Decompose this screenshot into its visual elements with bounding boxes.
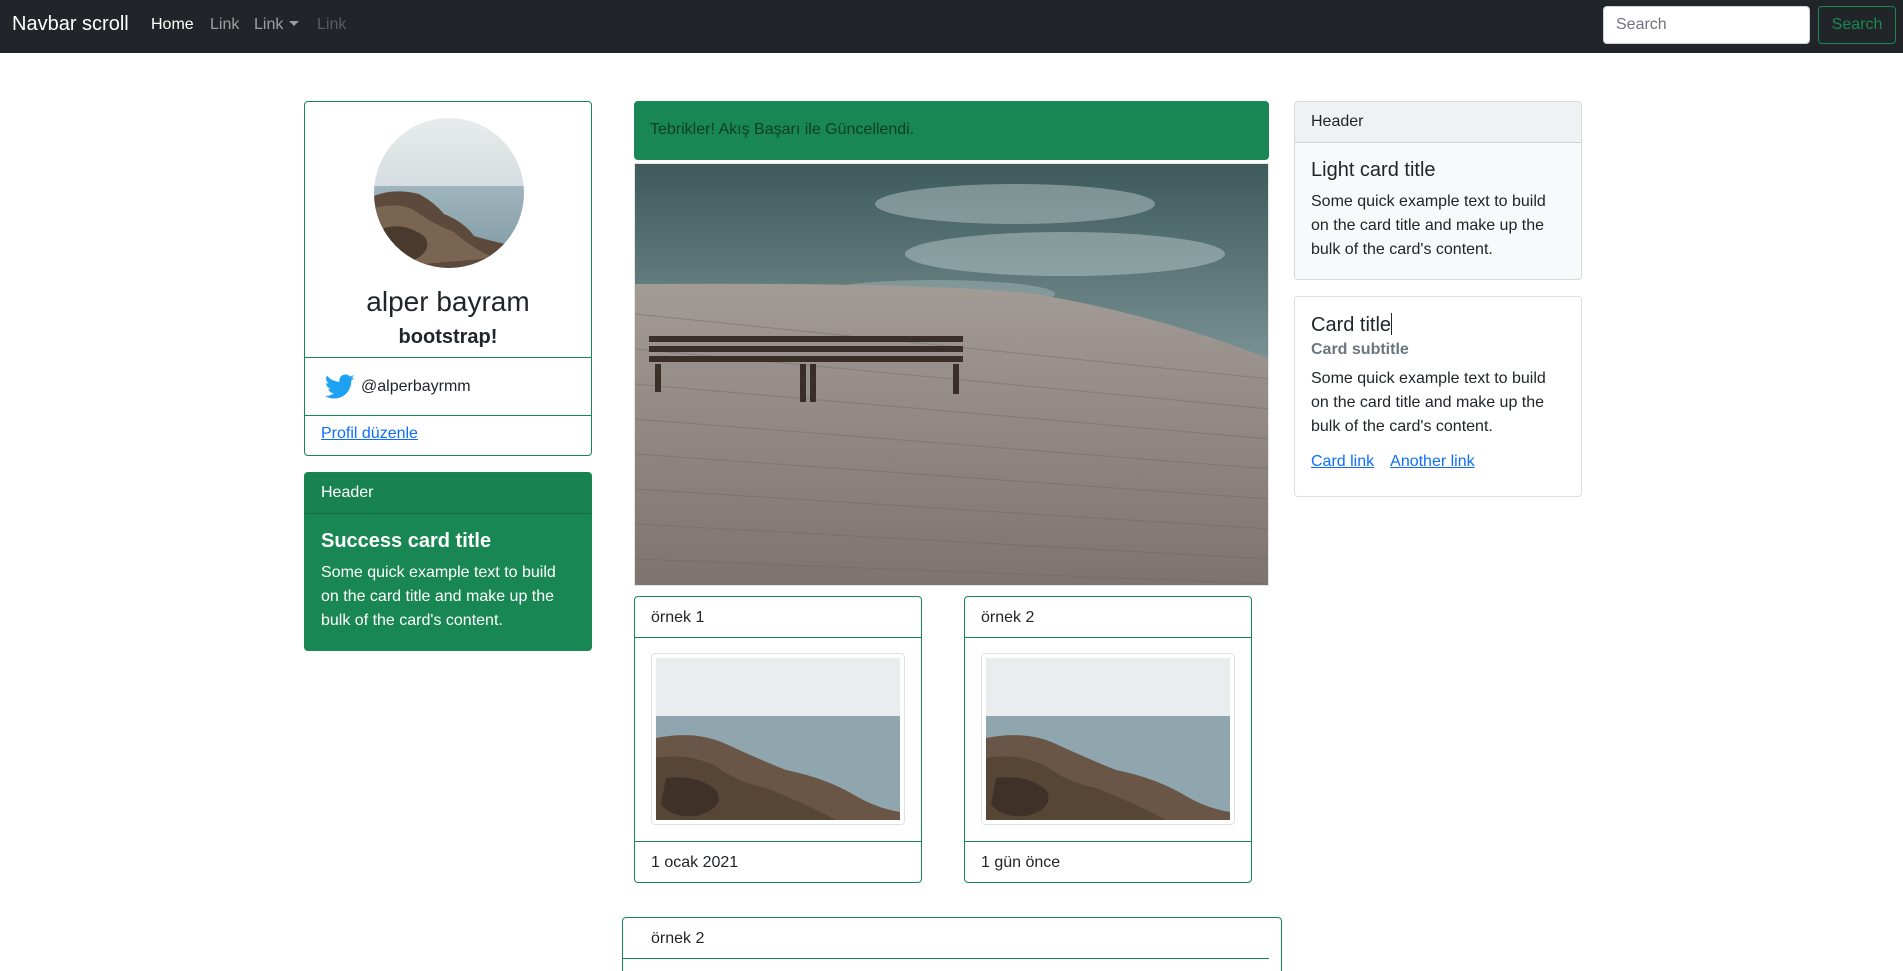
twitter-handle: @alperbayrmm bbox=[361, 378, 471, 395]
twitter-icon bbox=[325, 374, 355, 399]
search-button[interactable]: Search bbox=[1818, 6, 1896, 44]
profile-divider bbox=[305, 357, 591, 358]
plain-card-subtitle: Card subtitle bbox=[1311, 341, 1409, 358]
top-navbar: Navbar scroll Home Link Link Link Search bbox=[0, 0, 1903, 53]
nav-link-link[interactable]: Link bbox=[210, 16, 239, 34]
bottom-card-header: örnek 2 bbox=[651, 930, 705, 947]
caret-down-icon bbox=[289, 21, 300, 26]
success-alert: Tebrikler! Akış Başarı ile Güncellendi. bbox=[634, 101, 1269, 160]
avatar bbox=[374, 118, 524, 268]
profile-subtitle: bootstrap! bbox=[398, 326, 498, 348]
small-card-2-header: örnek 2 bbox=[965, 597, 1251, 638]
avatar-image bbox=[374, 118, 524, 268]
sea-rock-image bbox=[656, 658, 900, 820]
small-card-1-header: örnek 1 bbox=[635, 597, 921, 638]
nav-dropdown-link[interactable]: Link bbox=[254, 16, 300, 34]
small-card-1-footer: 1 ocak 2021 bbox=[635, 841, 921, 882]
light-card-title: Light card title bbox=[1311, 159, 1436, 181]
success-card-title: Success card title bbox=[321, 530, 492, 552]
card-link[interactable]: Card link bbox=[1311, 453, 1374, 470]
plain-card-text: Some quick example text to build on the … bbox=[1311, 370, 1546, 435]
plain-card-body: Card title Card subtitle Some quick exam… bbox=[1311, 313, 1567, 471]
small-card-1-thumbnail[interactable] bbox=[651, 653, 905, 825]
navbar-brand[interactable]: Navbar scroll bbox=[12, 13, 129, 36]
another-link[interactable]: Another link bbox=[1390, 453, 1475, 470]
profile-divider-2 bbox=[305, 415, 591, 416]
edit-profile-link[interactable]: Profil düzenle bbox=[321, 425, 418, 443]
nav-link-disabled: Link bbox=[317, 16, 347, 33]
plain-card-title-wrap[interactable]: Card title bbox=[1311, 313, 1567, 337]
success-card: Header Success card title Some quick exa… bbox=[304, 472, 592, 651]
profile-card: alper bayram bootstrap! @alperbayrmm Pro… bbox=[304, 101, 592, 456]
light-card-body: Light card title Some quick example text… bbox=[1311, 159, 1567, 262]
bottom-card-divider bbox=[623, 958, 1269, 959]
feed-photo bbox=[634, 163, 1269, 586]
light-card-text: Some quick example text to build on the … bbox=[1311, 193, 1546, 258]
success-card-body: Success card title Some quick example te… bbox=[321, 530, 577, 633]
light-card-header: Header bbox=[1295, 102, 1581, 143]
light-card: Header Light card title Some quick examp… bbox=[1294, 101, 1582, 280]
pier-bench-image bbox=[635, 164, 1268, 585]
small-card-2: örnek 2 1 gün önce bbox=[964, 596, 1252, 883]
success-card-text: Some quick example text to build on the … bbox=[321, 564, 556, 629]
plain-card: Card title Card subtitle Some quick exam… bbox=[1294, 296, 1582, 497]
small-card-1: örnek 1 1 ocak 2021 bbox=[634, 596, 922, 883]
plain-card-title: Card title bbox=[1311, 314, 1392, 336]
sea-rock-image bbox=[986, 658, 1230, 820]
nav-dropdown-label: Link bbox=[254, 16, 284, 33]
bottom-card: örnek 2 bbox=[622, 917, 1282, 971]
success-card-header: Header bbox=[305, 473, 591, 514]
profile-name: alper bayram bbox=[366, 286, 530, 317]
small-card-2-footer: 1 gün önce bbox=[965, 841, 1251, 882]
small-card-2-thumbnail[interactable] bbox=[981, 653, 1235, 825]
nav-link-home[interactable]: Home bbox=[151, 16, 194, 34]
text-cursor bbox=[1391, 313, 1393, 335]
search-input[interactable] bbox=[1603, 6, 1810, 44]
